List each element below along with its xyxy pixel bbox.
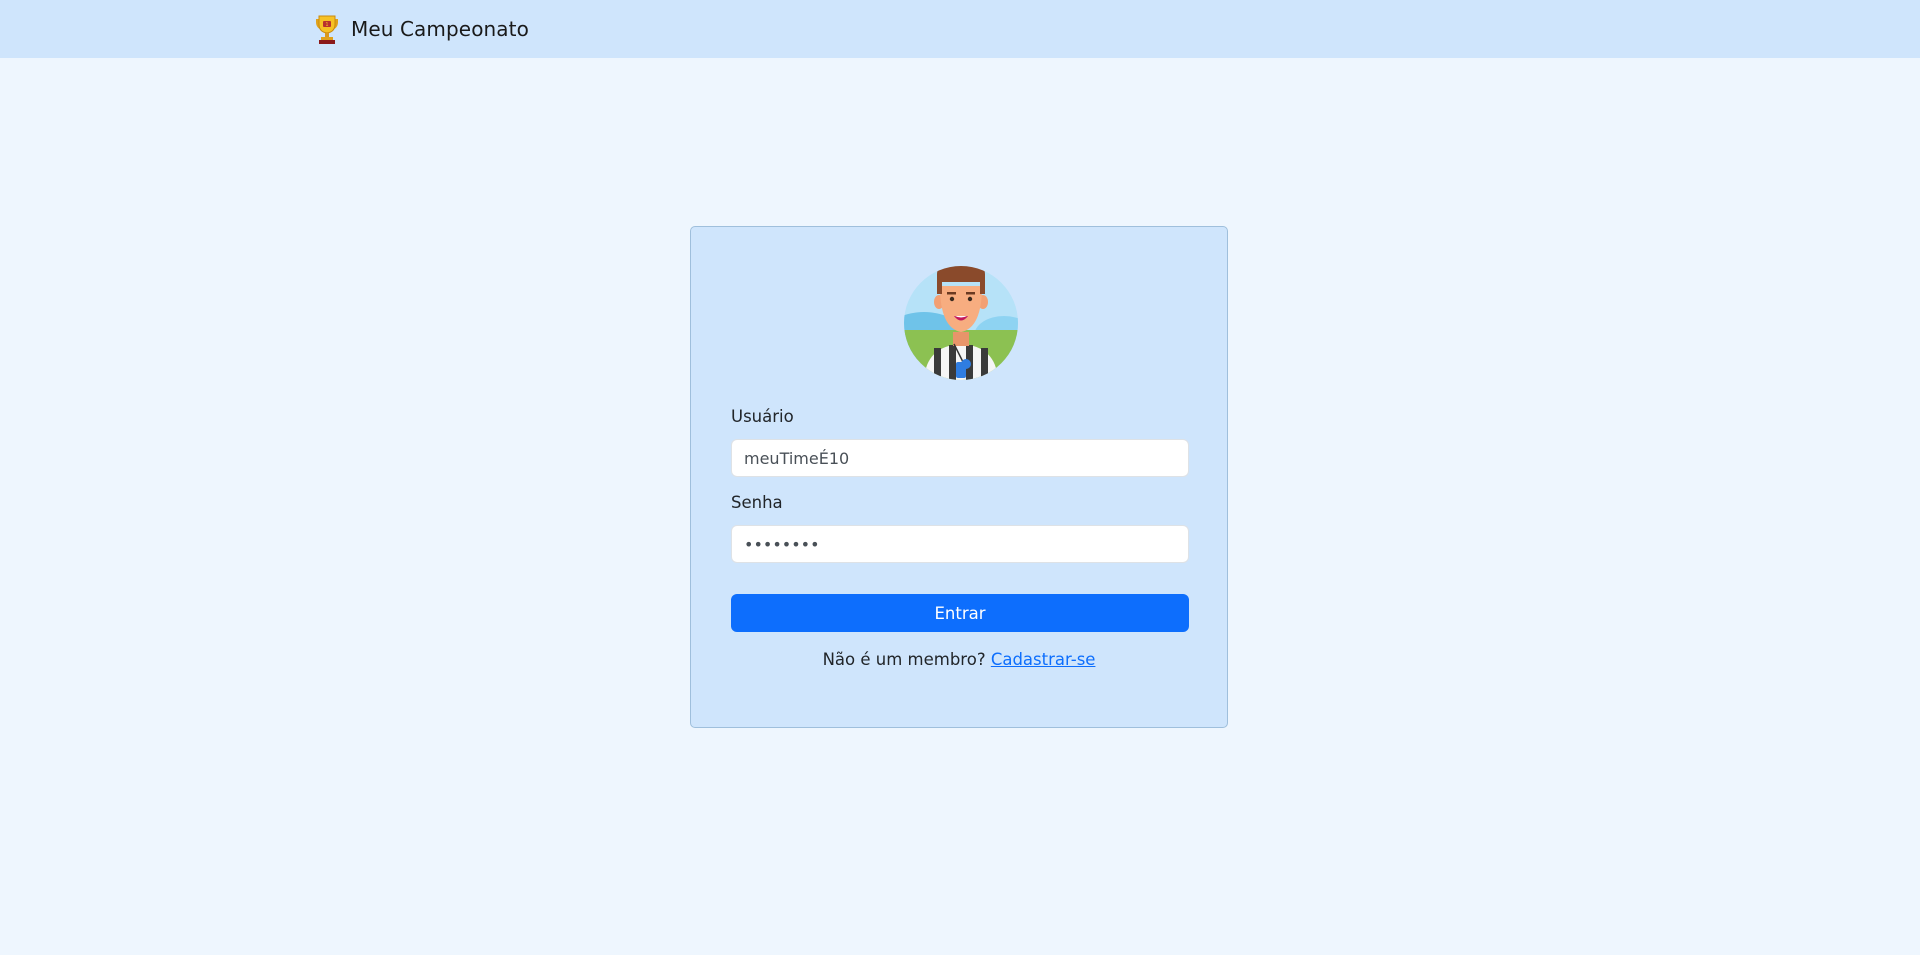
brand-link[interactable]: 1 Meu Campeonato [311,13,529,45]
password-label: Senha [731,493,783,512]
username-input[interactable] [731,439,1189,477]
password-input[interactable] [731,525,1189,563]
signup-link[interactable]: Cadastrar-se [991,650,1096,669]
signup-prompt-text: Não é um membro? [822,650,986,669]
username-label: Usuário [731,407,794,426]
referee-avatar [904,266,1018,380]
login-button[interactable]: Entrar [731,594,1189,632]
login-card: Usuário Senha Entrar Não é um membro? Ca… [690,226,1228,728]
brand-title: Meu Campeonato [351,17,529,41]
svg-text:1: 1 [325,22,328,28]
trophy-icon: 1 [311,13,343,45]
navbar: 1 Meu Campeonato [0,0,1920,58]
signup-prompt: Não é um membro? Cadastrar-se [691,650,1227,669]
